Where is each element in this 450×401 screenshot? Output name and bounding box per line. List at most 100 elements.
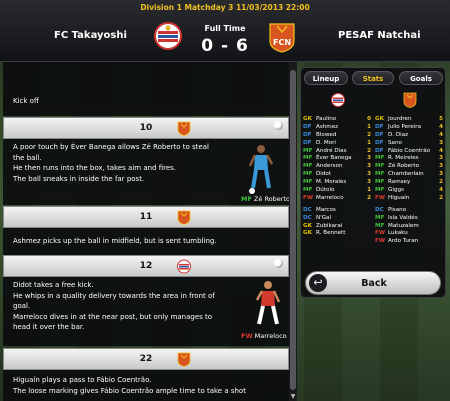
player-row[interactable]: GK Paulino 0 xyxy=(303,116,373,124)
player-rating: 3 xyxy=(439,171,443,178)
event-line: goal. xyxy=(13,302,31,310)
tab-stats[interactable]: Stats xyxy=(352,71,394,85)
scrollbar-thumb[interactable] xyxy=(290,70,296,390)
player-row[interactable]: MF Zé Roberto 3 xyxy=(375,163,445,171)
player-row[interactable]: FW Higuaín 2 xyxy=(375,195,445,203)
player-row[interactable]: MF Ramsey 2 xyxy=(375,179,445,187)
player-position: MF xyxy=(375,187,385,194)
event-minute: 12 xyxy=(139,261,153,271)
player-name: Ashmez xyxy=(316,123,339,130)
feed-scrollbar[interactable]: ▼ xyxy=(289,62,297,401)
player-position: MF xyxy=(303,163,313,170)
player-name: Higuaín xyxy=(388,194,410,201)
player-name: Zé Roberto xyxy=(388,163,420,170)
player-position: GK xyxy=(303,222,312,229)
player-name: M. Morales xyxy=(316,179,347,186)
player-row[interactable]: MF Giggs 4 xyxy=(375,187,445,195)
player-position: FW xyxy=(375,238,385,245)
player-row[interactable]: DF Fábio Coentrão 4 xyxy=(375,148,445,156)
player-position: GK xyxy=(375,116,384,122)
tab-lineup[interactable]: Lineup xyxy=(304,71,348,85)
player-position: DF xyxy=(375,147,384,154)
substitute-row[interactable]: GK R. Bennett xyxy=(303,230,373,238)
event-line: The loose marking gives Fábio Coentrão a… xyxy=(13,386,246,395)
player-row[interactable]: MF Dútolo 1 xyxy=(303,187,373,195)
player-position: FW xyxy=(303,194,313,201)
substitute-row[interactable]: FW Lukaku xyxy=(375,230,445,238)
player-name: Fábio Coentrão xyxy=(388,147,431,154)
takayoshi-crest-icon xyxy=(177,259,191,274)
player-row[interactable]: DF Ashmez 1 xyxy=(303,124,373,132)
home-team-name: FC Takayoshi xyxy=(54,30,127,41)
player-name: Lukaku xyxy=(388,230,408,237)
player-row[interactable]: GK Jourdren 5 xyxy=(375,116,445,124)
player-row[interactable]: DF Blowed 2 xyxy=(303,132,373,140)
scroll-down-arrow-icon[interactable]: ▼ xyxy=(289,393,297,401)
player-rating: 2 xyxy=(439,194,443,201)
substitute-row[interactable]: DC Pisano xyxy=(375,207,445,215)
player-row[interactable]: MF Didot 3 xyxy=(303,171,373,179)
event-body: Higuaín plays a pass to Fábio Coentrão. … xyxy=(3,370,289,401)
player-position: MF xyxy=(303,155,313,162)
player-rating: 2 xyxy=(367,194,371,201)
player-row[interactable]: MF Chamberlain 3 xyxy=(375,171,445,179)
player-rating: 2 xyxy=(367,131,371,138)
event-header: 12 xyxy=(3,255,289,277)
player-row[interactable]: DF Julio Pereira 4 xyxy=(375,124,445,132)
player-rating: 3 xyxy=(367,155,371,162)
tab-goals[interactable]: Goals xyxy=(399,71,443,85)
player-name: Marreloco xyxy=(316,194,344,201)
home-player-list: GK Paulino 0 DF Ashmez 1 DF Blowed 2 DF D. Mori 1 MF… xyxy=(303,116,373,238)
player-position: DF xyxy=(375,139,384,146)
goal-ball-icon xyxy=(274,121,283,130)
player-rating: 4 xyxy=(439,147,443,154)
player-row[interactable]: DF D. Mori 1 xyxy=(303,140,373,148)
player-position: MF xyxy=(375,163,385,170)
event-line: The ball sneaks in inside the far post. xyxy=(13,174,145,183)
takayoshi-crest-icon xyxy=(331,93,345,107)
event-line: head it over the bar. xyxy=(13,323,85,331)
event-header: 22 xyxy=(3,348,289,370)
player-position: DF xyxy=(303,131,312,138)
player-row[interactable]: FW Marreloco 2 xyxy=(303,195,373,203)
player-position: DF xyxy=(375,123,384,130)
fcn-crest-icon: FCN xyxy=(269,23,295,53)
player-name: Anderson xyxy=(316,163,343,170)
match-score: 0 - 6 xyxy=(201,36,249,56)
player-rating: 2 xyxy=(367,147,371,154)
back-button[interactable]: Back ↩ xyxy=(305,271,441,295)
player-rating: 3 xyxy=(439,155,443,162)
player-row[interactable]: MF M. Morales 3 xyxy=(303,179,373,187)
player-position: MF xyxy=(303,187,313,194)
player-name: Zubikarai xyxy=(316,222,343,229)
player-position: FW xyxy=(375,230,385,237)
substitute-row[interactable]: DC N'Gal xyxy=(303,215,373,223)
substitute-row[interactable]: MF Isla Valdés xyxy=(375,215,445,223)
player-position: DF xyxy=(375,131,384,138)
event-minute: 11 xyxy=(139,212,153,222)
player-row[interactable]: MF Éver Banega 3 xyxy=(303,155,373,163)
player-row[interactable]: DF Sano 3 xyxy=(375,140,445,148)
substitute-row[interactable]: DC Marcos xyxy=(303,207,373,215)
player-position: MF xyxy=(303,171,313,178)
player-row[interactable]: MF Anderson 3 xyxy=(303,163,373,171)
substitute-row[interactable]: GK Zubikarai xyxy=(303,223,373,231)
substitute-row[interactable]: FW Ardo Turan xyxy=(375,238,445,246)
kickoff-text: Kick off xyxy=(13,97,39,105)
event-header: 10 xyxy=(3,117,289,139)
substitute-row[interactable]: MF Matuzalem xyxy=(375,223,445,231)
player-name: Julio Pereira xyxy=(388,123,422,130)
commentary-feed[interactable]: Kick off 10 A poor touch by Éver Banega … xyxy=(3,62,289,401)
player-row[interactable]: DF D. Diaz 4 xyxy=(375,132,445,140)
back-arrow-icon: ↩ xyxy=(309,274,327,292)
player-position: MF xyxy=(303,147,313,154)
player-name: Matuzalem xyxy=(388,222,419,229)
event-line: He then runs into the box, takes aim and… xyxy=(13,164,177,172)
player-name: Sano xyxy=(388,139,402,146)
player-position: MF xyxy=(375,155,385,162)
match-info: Division 1 Matchday 3 11/03/2013 22:00 xyxy=(140,3,310,12)
player-name: Giggs xyxy=(388,187,404,194)
fcn-crest-icon xyxy=(177,121,191,136)
event-body: Didot takes a free kick. He whips in a q… xyxy=(3,277,289,346)
player-name: Marcos xyxy=(316,206,336,213)
